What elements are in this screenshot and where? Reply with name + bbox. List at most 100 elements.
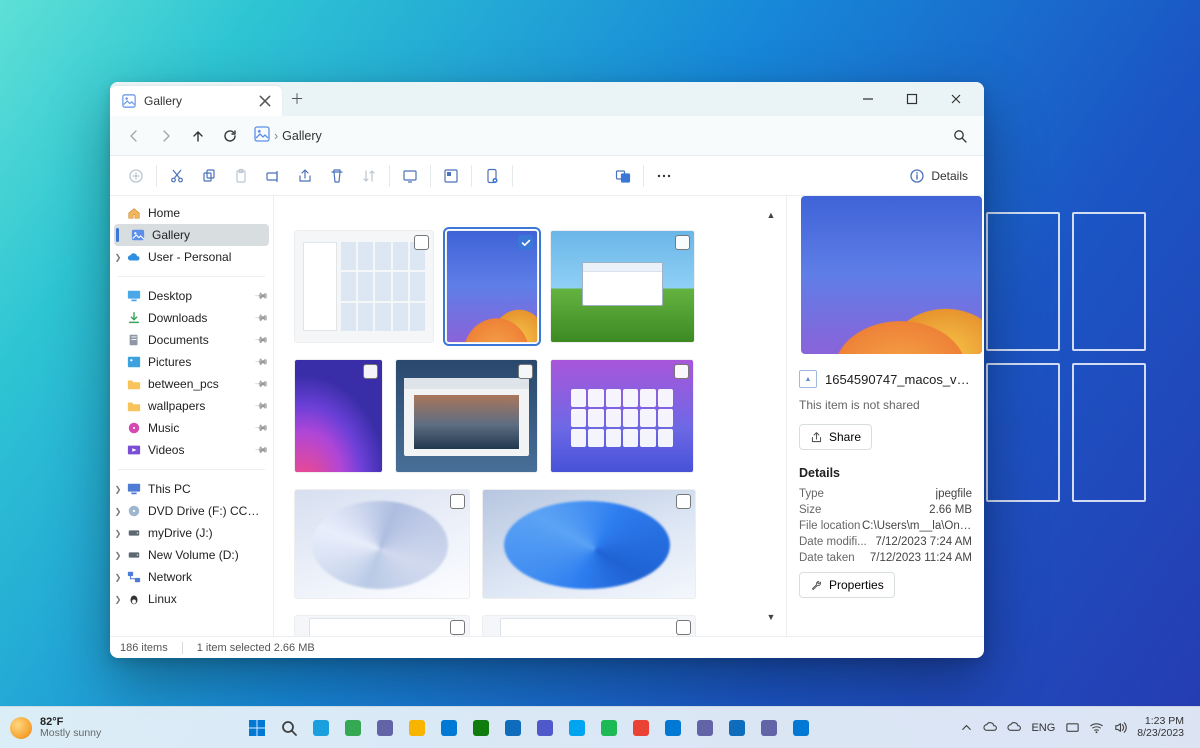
thumbnail-checkbox[interactable] [674, 364, 689, 379]
sidebar-item-desktop[interactable]: Desktop📌 [110, 285, 273, 307]
new-tab-button[interactable]: ＋ [282, 82, 312, 116]
thumbnail-ventura[interactable] [446, 230, 538, 343]
taskbar-terminal-icon[interactable] [755, 714, 783, 742]
taskbar-settings-icon[interactable] [403, 714, 431, 742]
sidebar-item-network[interactable]: ❯Network [110, 566, 273, 588]
taskbar-onenote-icon[interactable] [563, 714, 591, 742]
system-tray[interactable]: ENG 1:23 PM 8/23/2023 [947, 716, 1200, 739]
volume-icon[interactable] [1109, 717, 1131, 739]
expand-icon[interactable]: ❯ [110, 507, 126, 516]
copy-button[interactable] [193, 161, 225, 191]
sort-button[interactable] [353, 161, 385, 191]
language-indicator[interactable]: ENG [1027, 722, 1059, 734]
thumbnail-mini1[interactable] [294, 615, 470, 636]
nav-refresh-button[interactable] [214, 120, 246, 152]
taskbar-photos-icon[interactable] [659, 714, 687, 742]
thumbnail-checkbox[interactable] [676, 494, 691, 509]
collection-button[interactable] [607, 161, 639, 191]
taskbar[interactable]: 82°F Mostly sunny ENG 1:23 PM 8/23/2023 [0, 706, 1200, 748]
window-close-button[interactable] [934, 82, 978, 116]
filter-button[interactable] [435, 161, 467, 191]
delete-button[interactable] [321, 161, 353, 191]
taskbar-search-icon[interactable] [275, 714, 303, 742]
taskbar-explorer-icon[interactable] [435, 714, 463, 742]
expand-icon[interactable]: ❯ [110, 595, 126, 604]
sidebar-item-music[interactable]: Music📌 [110, 417, 273, 439]
sidebar-item-home[interactable]: Home [110, 202, 273, 224]
share-button[interactable] [289, 161, 321, 191]
details-toggle-button[interactable]: Details [903, 168, 974, 184]
taskbar-spotify-icon[interactable] [595, 714, 623, 742]
thumbnail-checkbox[interactable] [450, 494, 465, 509]
thumbnail-bloomw[interactable] [294, 489, 470, 599]
thumbnail-checkbox[interactable] [414, 235, 429, 250]
sidebar-item-linux[interactable]: ❯Linux [110, 588, 273, 610]
tab-close-icon[interactable] [258, 94, 272, 108]
group-collapse-up-icon[interactable]: ▲ [764, 208, 778, 222]
gallery-grid[interactable]: ▲ ▼ [274, 196, 786, 636]
paste-button[interactable] [225, 161, 257, 191]
sidebar-item-downloads[interactable]: Downloads📌 [110, 307, 273, 329]
rename-button[interactable] [257, 161, 289, 191]
thumbnail-monterey[interactable] [294, 359, 383, 473]
taskbar-clock[interactable]: 1:23 PM 8/23/2023 [1133, 716, 1192, 739]
share-button[interactable]: Share [799, 424, 872, 450]
taskbar-store-icon[interactable] [467, 714, 495, 742]
expand-icon[interactable]: ❯ [110, 551, 126, 560]
tray-overflow-icon[interactable] [955, 717, 977, 739]
nav-forward-button[interactable] [150, 120, 182, 152]
search-button[interactable] [944, 120, 976, 152]
expand-icon[interactable]: ❯ [110, 485, 126, 494]
cut-button[interactable] [161, 161, 193, 191]
sidebar-item-dvd[interactable]: ❯DVD Drive (F:) CCCOMA_X64FRE_I [110, 500, 273, 522]
thumbnail-checkbox[interactable] [363, 364, 378, 379]
sync-button[interactable] [476, 161, 508, 191]
weather-widget[interactable]: 82°F Mostly sunny [0, 717, 111, 739]
sidebar-item-between_pcs[interactable]: between_pcs📌 [110, 373, 273, 395]
new-button[interactable] [120, 161, 152, 191]
thumbnail-checkbox[interactable] [518, 364, 533, 379]
onedrive-icon[interactable] [979, 717, 1001, 739]
window-minimize-button[interactable] [846, 82, 890, 116]
expand-icon[interactable]: ❯ [110, 253, 126, 262]
taskbar-calendar-icon[interactable] [691, 714, 719, 742]
view-button[interactable] [394, 161, 426, 191]
group-collapse-down-icon[interactable]: ▼ [764, 610, 778, 624]
thumbnail-sonoma[interactable] [550, 359, 694, 473]
taskbar-teams-icon[interactable] [371, 714, 399, 742]
sidebar-item-pictures[interactable]: Pictures📌 [110, 351, 273, 373]
thumbnail-checkbox[interactable] [518, 235, 533, 250]
taskbar-start-icon[interactable] [243, 714, 271, 742]
taskbar-widgets-icon[interactable] [339, 714, 367, 742]
tab-gallery[interactable]: Gallery [110, 86, 282, 116]
window-maximize-button[interactable] [890, 82, 934, 116]
thumbnail-fe[interactable] [294, 230, 434, 343]
nav-up-button[interactable] [182, 120, 214, 152]
wifi-icon[interactable] [1085, 717, 1107, 739]
thumbnail-mini2[interactable] [482, 615, 696, 636]
sidebar-item-gallery[interactable]: Gallery [114, 224, 269, 246]
thumbnail-checkbox[interactable] [676, 620, 691, 635]
sidebar-item-mydrive[interactable]: ❯myDrive (J:) [110, 522, 273, 544]
input-icon[interactable] [1061, 717, 1083, 739]
sidebar-item-thispc[interactable]: ❯This PC [110, 478, 273, 500]
sidebar-item-userpersonal[interactable]: ❯User - Personal [110, 246, 273, 268]
thumbnail-xp[interactable] [550, 230, 695, 343]
taskbar-word-icon[interactable] [531, 714, 559, 742]
taskbar-outlook-icon[interactable] [787, 714, 815, 742]
expand-icon[interactable]: ❯ [110, 529, 126, 538]
taskbar-copilot-icon[interactable] [723, 714, 751, 742]
sidebar-item-wallpapers[interactable]: wallpapers📌 [110, 395, 273, 417]
sidebar-item-newvolume[interactable]: ❯New Volume (D:) [110, 544, 273, 566]
more-button[interactable] [648, 161, 680, 191]
thumbnail-checkbox[interactable] [450, 620, 465, 635]
expand-icon[interactable]: ❯ [110, 573, 126, 582]
onedrive2-icon[interactable] [1003, 717, 1025, 739]
taskbar-chrome-icon[interactable] [627, 714, 655, 742]
thumbnail-wbrowser[interactable] [395, 359, 538, 473]
thumbnail-checkbox[interactable] [675, 235, 690, 250]
thumbnail-bloomb[interactable] [482, 489, 696, 599]
taskbar-edge-icon[interactable] [307, 714, 335, 742]
nav-back-button[interactable] [118, 120, 150, 152]
sidebar-item-videos[interactable]: Videos📌 [110, 439, 273, 461]
